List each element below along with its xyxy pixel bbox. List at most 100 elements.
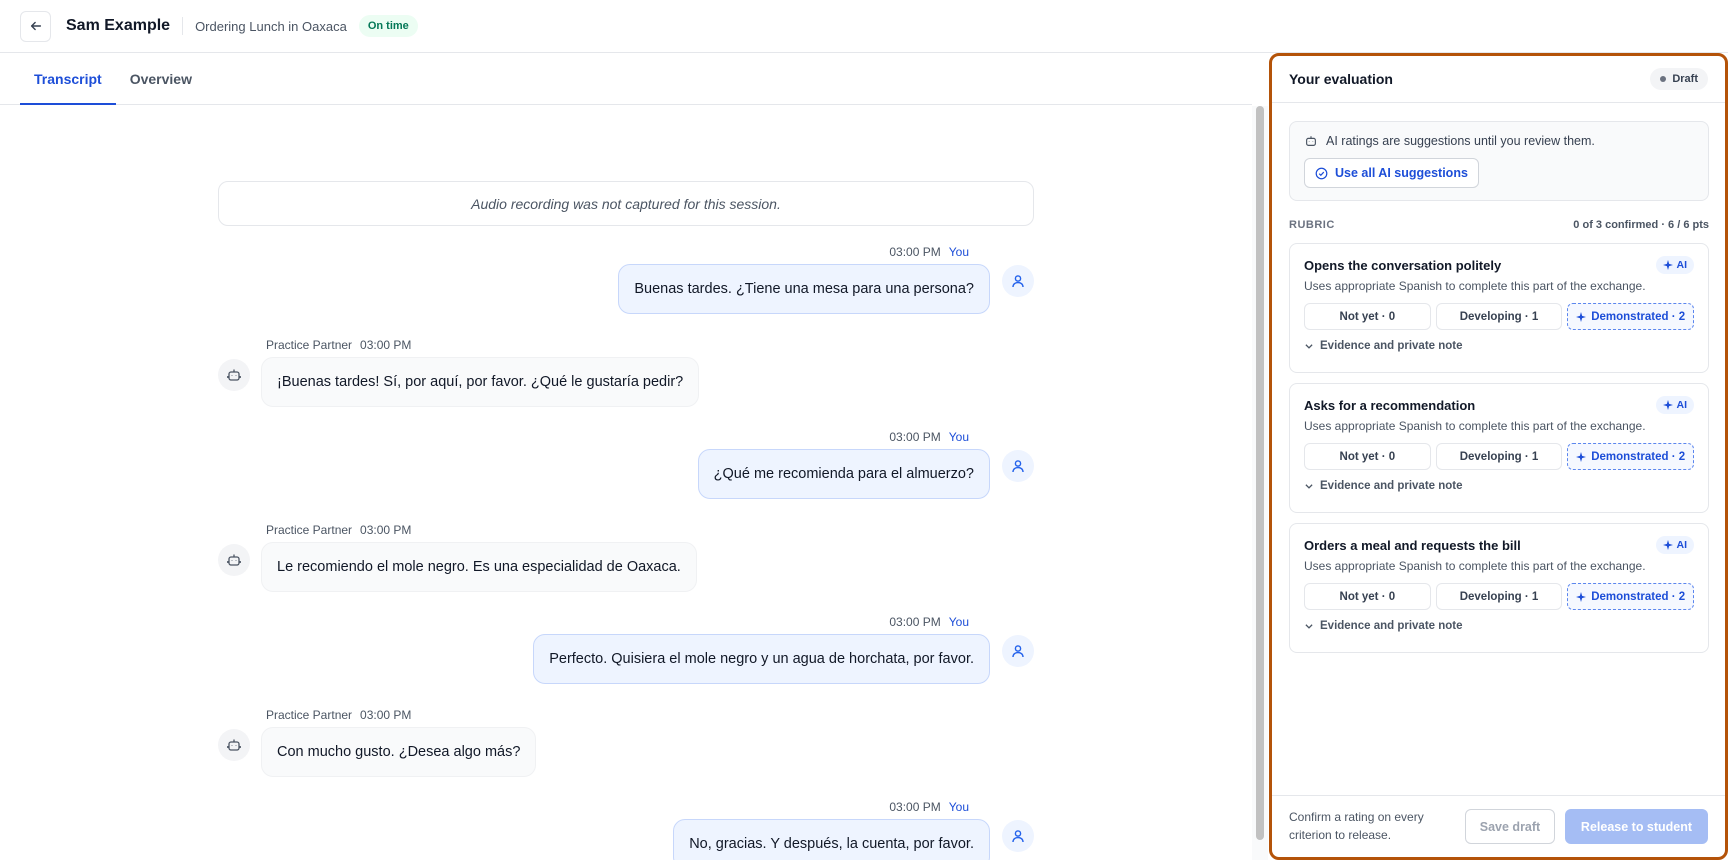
sparkle-icon xyxy=(1662,400,1673,410)
rating-levels: Not yet · 0 Developing · 1 Demonstrated … xyxy=(1304,583,1695,610)
criterion-description: Uses appropriate Spanish to complete thi… xyxy=(1304,419,1646,433)
user-icon xyxy=(1012,275,1024,288)
use-all-ai-suggestions-button[interactable]: Use all AI suggestions xyxy=(1304,158,1479,188)
release-to-student-button[interactable]: Release to student xyxy=(1565,809,1708,844)
criterion-title: Asks for a recommendation xyxy=(1304,397,1476,413)
ai-badge: AI xyxy=(1655,256,1694,274)
criterion-description: Uses appropriate Spanish to complete thi… xyxy=(1304,279,1646,293)
status-dot-icon xyxy=(1660,76,1667,82)
bot-icon xyxy=(1306,136,1316,146)
back-button[interactable] xyxy=(20,10,51,42)
message-time: 03:00 PM xyxy=(360,338,412,352)
avatar-user xyxy=(1002,265,1034,297)
evaluation-title: Your evaluation xyxy=(1289,71,1393,87)
criterion-title: Orders a meal and requests the bill xyxy=(1304,537,1521,553)
tab-transcript[interactable]: Transcript xyxy=(20,53,116,105)
lesson-title: Ordering Lunch in Oaxaca xyxy=(195,18,347,34)
ai-note-text: AI ratings are suggestions until you rev… xyxy=(1326,134,1595,148)
chevron-down-icon xyxy=(1305,344,1313,349)
message-time: 03:00 PM xyxy=(889,800,941,814)
message-time: 03:00 PM xyxy=(889,245,941,259)
rating-not-yet[interactable]: Not yet · 0 xyxy=(1304,303,1431,330)
arrow-left-icon xyxy=(30,21,41,31)
message-speaker: You xyxy=(948,245,969,259)
tab-overview[interactable]: Overview xyxy=(116,53,206,104)
criterion-description: Uses appropriate Spanish to complete thi… xyxy=(1304,559,1646,573)
message-meta: Practice Partner 03:00 PM xyxy=(266,338,411,352)
rating-developing[interactable]: Developing · 1 xyxy=(1435,583,1563,610)
message-bubble-user: Perfecto. Quisiera el mole negro y un ag… xyxy=(533,634,990,684)
message-bubble-partner: Le recomiendo el mole negro. Es una espe… xyxy=(261,542,697,592)
rubric-header: RUBRIC 0 of 3 confirmed · 6 / 6 pts xyxy=(1289,219,1709,231)
audio-notice: Audio recording was not captured for thi… xyxy=(218,181,1034,226)
evidence-toggle[interactable]: Evidence and private note xyxy=(1304,480,1694,492)
message-bubble-partner: ¡Buenas tardes! Sí, por aquí, por favor.… xyxy=(261,357,700,407)
chevron-down-icon xyxy=(1305,484,1313,489)
avatar-partner xyxy=(218,544,250,576)
message-bubble-user: No, gracias. Y después, la cuenta, por f… xyxy=(673,819,990,860)
footer-note: Confirm a rating on every criterion to r… xyxy=(1289,810,1424,842)
user-icon xyxy=(1012,645,1024,658)
avatar-user xyxy=(1002,450,1034,482)
draft-badge: Draft xyxy=(1650,68,1708,90)
sparkle-icon xyxy=(1662,260,1673,270)
message-time: 03:00 PM xyxy=(889,615,941,629)
top-bar: Sam Example Ordering Lunch in Oaxaca On … xyxy=(0,0,1728,53)
use-ai-label: Use all AI suggestions xyxy=(1335,166,1468,180)
message-time: 03:00 PM xyxy=(889,430,941,444)
evaluation-header: Your evaluation Draft xyxy=(1272,56,1725,103)
rubric-summary: 0 of 3 confirmed · 6 / 6 pts xyxy=(1573,219,1709,231)
transcript-pane: Transcript Overview Audio recording was … xyxy=(0,53,1252,860)
rating-demonstrated[interactable]: Demonstrated · 2 xyxy=(1567,443,1695,470)
ai-note: AI ratings are suggestions until you rev… xyxy=(1304,134,1694,148)
avatar-partner xyxy=(218,729,250,761)
bot-icon xyxy=(227,554,241,566)
evidence-toggle[interactable]: Evidence and private note xyxy=(1304,340,1694,352)
message-meta: 03:00 PM You xyxy=(889,615,969,629)
criterion-title: Opens the conversation politely xyxy=(1304,257,1502,273)
rating-demonstrated[interactable]: Demonstrated · 2 xyxy=(1567,303,1695,330)
rating-levels: Not yet · 0 Developing · 1 Demonstrated … xyxy=(1304,303,1695,330)
ai-badge: AI xyxy=(1655,396,1694,414)
message-speaker: Practice Partner xyxy=(266,523,353,537)
rating-developing[interactable]: Developing · 1 xyxy=(1435,443,1563,470)
message-bubble-partner: Con mucho gusto. ¿Desea algo más? xyxy=(261,727,537,777)
evidence-toggle[interactable]: Evidence and private note xyxy=(1304,620,1694,632)
status-badge: On time xyxy=(358,15,418,37)
transcript-list: Audio recording was not captured for thi… xyxy=(0,105,1252,860)
message-time: 03:00 PM xyxy=(360,523,412,537)
save-draft-button[interactable]: Save draft xyxy=(1465,809,1555,844)
check-circle-icon xyxy=(1315,167,1328,179)
message-bubble-user: ¿Qué me recomienda para el almuerzo? xyxy=(697,449,990,499)
rating-not-yet[interactable]: Not yet · 0 xyxy=(1304,583,1431,610)
rubric-label: RUBRIC xyxy=(1289,219,1335,231)
user-icon xyxy=(1012,830,1024,843)
sparkle-icon xyxy=(1662,540,1673,550)
ai-suggestion-box: AI ratings are suggestions until you rev… xyxy=(1289,121,1709,201)
message-bubble-user: Buenas tardes. ¿Tiene una mesa para una … xyxy=(618,264,990,314)
sparkle-icon xyxy=(1576,591,1587,602)
tab-bar: Transcript Overview xyxy=(0,53,1252,105)
criterion-card: Opens the conversation politely AI Uses … xyxy=(1289,243,1709,373)
evaluation-footer: Confirm a rating on every criterion to r… xyxy=(1272,795,1725,857)
message-speaker: You xyxy=(948,800,969,814)
scrollbar-thumb[interactable] xyxy=(1256,106,1264,840)
user-icon xyxy=(1012,460,1024,473)
criterion-card: Orders a meal and requests the bill AI U… xyxy=(1289,523,1709,653)
message-meta: Practice Partner 03:00 PM xyxy=(266,708,411,722)
rating-not-yet[interactable]: Not yet · 0 xyxy=(1304,443,1431,470)
bot-icon xyxy=(227,739,241,751)
message-meta: 03:00 PM You xyxy=(889,245,969,259)
draft-label: Draft xyxy=(1672,73,1698,85)
rating-developing[interactable]: Developing · 1 xyxy=(1435,303,1563,330)
message-speaker: You xyxy=(948,615,969,629)
chevron-down-icon xyxy=(1305,624,1313,629)
message-speaker: Practice Partner xyxy=(266,338,353,352)
message-speaker: You xyxy=(948,430,969,444)
avatar-user xyxy=(1002,635,1034,667)
rating-levels: Not yet · 0 Developing · 1 Demonstrated … xyxy=(1304,443,1695,470)
divider xyxy=(182,17,184,35)
sparkle-icon xyxy=(1576,311,1587,322)
message-meta: 03:00 PM You xyxy=(889,800,969,814)
rating-demonstrated[interactable]: Demonstrated · 2 xyxy=(1567,583,1695,610)
